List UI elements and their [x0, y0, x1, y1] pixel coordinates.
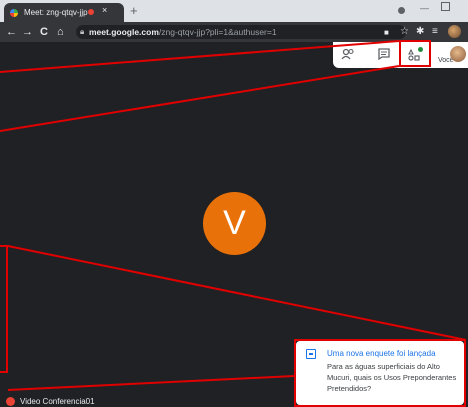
annotation-line-4	[7, 375, 295, 391]
annotation-line-2	[0, 65, 400, 132]
annotation-line-1	[0, 40, 400, 73]
annotation-line-3	[7, 245, 467, 341]
annotation-lines	[0, 40, 467, 391]
